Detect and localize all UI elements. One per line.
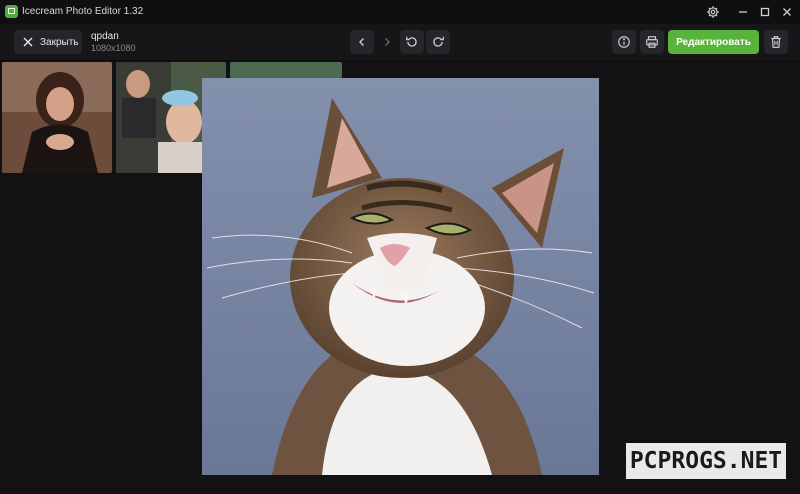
rotate-right-button[interactable] [426, 30, 450, 54]
previous-button[interactable] [350, 30, 374, 54]
app-title: Icecream Photo Editor 1.32 [22, 6, 144, 17]
file-dimensions: 1080x1080 [91, 43, 136, 53]
chevron-left-icon [359, 38, 364, 46]
delete-button[interactable] [764, 30, 788, 54]
rotate-left-button[interactable] [400, 30, 424, 54]
print-button[interactable] [640, 30, 664, 54]
info-button[interactable] [612, 30, 636, 54]
thumbnail-image[interactable] [2, 62, 112, 173]
close-button[interactable]: Закрыть [14, 30, 82, 54]
watermark: PCPROGS.NET [626, 443, 786, 479]
workspace [0, 61, 800, 494]
settings-gear-icon[interactable] [702, 2, 724, 22]
main-photo [202, 78, 599, 475]
trash-icon [771, 36, 781, 48]
info-icon [618, 36, 630, 48]
minimize-icon[interactable] [732, 2, 754, 22]
edit-button[interactable]: Редактировать [668, 30, 759, 54]
close-x-icon [23, 37, 33, 47]
rotate-right-icon [433, 36, 444, 47]
next-button[interactable] [375, 30, 399, 54]
rotate-left-icon [406, 36, 417, 47]
close-window-icon[interactable] [776, 2, 798, 22]
app-logo-icon [5, 5, 18, 18]
print-icon [646, 36, 658, 48]
chevron-right-icon [385, 38, 390, 46]
maximize-icon[interactable] [754, 2, 776, 22]
close-button-label: Закрыть [40, 36, 79, 48]
toolbar: Закрыть qpdan 1080x1080 Редактировать [0, 24, 800, 61]
file-name: qpdan [91, 31, 119, 42]
title-bar: Icecream Photo Editor 1.32 [0, 0, 800, 24]
thumbnail-image[interactable] [230, 62, 342, 78]
